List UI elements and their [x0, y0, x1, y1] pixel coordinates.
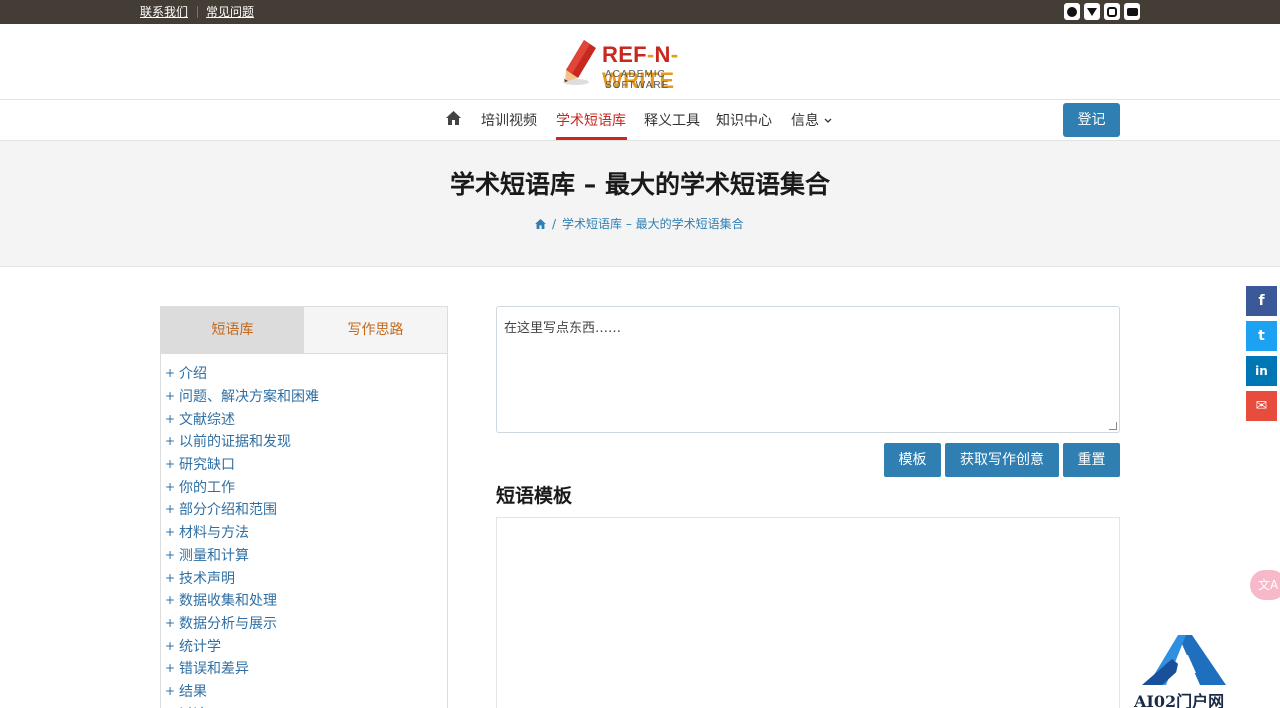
- list-item[interactable]: + 文献综述: [161, 407, 447, 430]
- breadcrumb: / 学术短语库 – 最大的学术短语集合: [535, 215, 744, 232]
- faq-link[interactable]: 常见问题: [206, 3, 254, 20]
- expand-plus-icon[interactable]: +: [161, 389, 179, 403]
- top-bar: 联系我们 常见问题: [0, 0, 1280, 24]
- list-item-label: 文献综述: [179, 411, 235, 428]
- list-item[interactable]: +讨论: [161, 702, 447, 708]
- expand-plus-icon[interactable]: +: [161, 525, 179, 539]
- expand-plus-icon[interactable]: +: [161, 434, 179, 448]
- twitter-icon[interactable]: [1084, 3, 1100, 20]
- expand-plus-icon[interactable]: +: [161, 661, 179, 675]
- editor-placeholder: 在这里写点东西……: [504, 321, 622, 336]
- get-ideas-button[interactable]: 获取写作创意: [945, 443, 1059, 477]
- category-list: + 介绍 + 问题、解决方案和困难 + 文献综述 + 以前的证据和发现 + 研究缺口 + 你的工作 + 部…: [161, 354, 447, 708]
- list-item[interactable]: + 部分介绍和范围: [161, 498, 447, 521]
- expand-plus-icon[interactable]: +: [161, 366, 179, 380]
- login-button[interactable]: 登记: [1063, 103, 1120, 137]
- youtube-icon[interactable]: [1124, 3, 1140, 20]
- expand-plus-icon[interactable]: +: [161, 457, 179, 471]
- home-icon[interactable]: [535, 218, 546, 229]
- main-nav: 培训视频 学术短语库 释义工具 知识中心 信息 登记: [0, 99, 1280, 141]
- list-item[interactable]: + 你的工作: [161, 475, 447, 498]
- sidebar-tabs: 短语库 写作思路: [161, 307, 447, 354]
- list-item[interactable]: + 结果: [161, 680, 447, 703]
- list-item-label: 以前的证据和发现: [179, 434, 291, 451]
- page-title: 学术短语库 – 最大的学术短语集合: [450, 170, 830, 199]
- top-links: 联系我们 常见问题: [140, 3, 254, 20]
- list-item[interactable]: + 统计学: [161, 634, 447, 657]
- list-item-label: 技术声明: [179, 570, 235, 587]
- breadcrumb-current[interactable]: 学术短语库 – 最大的学术短语集合: [562, 215, 744, 232]
- expand-plus-icon[interactable]: +: [161, 593, 179, 607]
- list-item-label: 测量和计算: [179, 547, 249, 564]
- pencil-logo-icon: [563, 40, 596, 85]
- expand-plus-icon[interactable]: +: [161, 502, 179, 516]
- watermark-text: AI02门户网: [1134, 692, 1225, 708]
- expand-plus-icon[interactable]: +: [161, 480, 179, 494]
- nav-item-paraphrase-tool[interactable]: 释义工具: [644, 110, 700, 130]
- share-facebook-icon[interactable]: f: [1246, 286, 1277, 316]
- resize-handle-icon[interactable]: [1109, 422, 1117, 430]
- list-item-label: 你的工作: [179, 479, 235, 496]
- text-editor[interactable]: 在这里写点东西……: [496, 306, 1120, 433]
- reset-button[interactable]: 重置: [1063, 443, 1120, 477]
- template-output-box: [496, 517, 1120, 708]
- expand-plus-icon[interactable]: +: [161, 412, 179, 426]
- translate-icon[interactable]: 文A: [1250, 570, 1280, 600]
- share-email-icon[interactable]: ✉: [1246, 391, 1277, 421]
- list-item-label: 研究缺口: [179, 457, 235, 474]
- divider: [197, 6, 199, 18]
- expand-plus-icon[interactable]: +: [161, 639, 179, 653]
- nav-item-info-label: 信息: [791, 113, 819, 129]
- list-item[interactable]: + 技术声明: [161, 566, 447, 589]
- chevron-down-icon: [824, 118, 832, 123]
- list-item-label: 数据收集和处理: [179, 593, 277, 610]
- social-links: [1064, 3, 1140, 20]
- watermark: AI02门户网: [1134, 633, 1234, 708]
- contact-link[interactable]: 联系我们: [140, 3, 188, 20]
- nav-item-phrase-bank[interactable]: 学术短语库: [556, 110, 626, 130]
- breadcrumb-separator: /: [552, 216, 557, 231]
- expand-plus-icon[interactable]: +: [161, 571, 179, 585]
- list-item[interactable]: + 研究缺口: [161, 453, 447, 476]
- site-logo[interactable]: REF-N-WRITE ACADEMIC SOFTWARE: [560, 36, 730, 93]
- share-linkedin-icon[interactable]: in: [1246, 356, 1277, 386]
- list-item[interactable]: + 介绍: [161, 362, 447, 385]
- tab-writing-ideas[interactable]: 写作思路: [304, 307, 447, 353]
- page-header: 学术短语库 – 最大的学术短语集合 / 学术短语库 – 最大的学术短语集合: [0, 141, 1280, 267]
- list-item-label: 介绍: [179, 366, 207, 383]
- nav-item-knowledge-center[interactable]: 知识中心: [716, 110, 772, 130]
- section-heading: 短语模板: [496, 485, 573, 507]
- list-item-label: 统计学: [179, 638, 221, 655]
- logo-tagline: ACADEMIC SOFTWARE: [605, 69, 670, 91]
- list-item[interactable]: + 数据收集和处理: [161, 589, 447, 612]
- list-item-label: 问题、解决方案和困难: [179, 389, 319, 406]
- instagram-icon[interactable]: [1104, 3, 1120, 20]
- active-indicator: [556, 137, 627, 140]
- watermark-logo-icon: [1142, 635, 1226, 685]
- list-item[interactable]: + 材料与方法: [161, 521, 447, 544]
- home-icon[interactable]: [446, 111, 461, 125]
- expand-plus-icon[interactable]: +: [161, 616, 179, 630]
- sidebar: 短语库 写作思路 + 介绍 + 问题、解决方案和困难 + 文献综述 + 以前的证据和发现 + 研究…: [160, 306, 448, 708]
- list-item[interactable]: + 问题、解决方案和困难: [161, 385, 447, 408]
- list-item-label: 讨论: [179, 704, 207, 708]
- list-item-label: 材料与方法: [179, 525, 249, 542]
- template-button[interactable]: 模板: [884, 443, 941, 477]
- list-item[interactable]: + 测量和计算: [161, 544, 447, 567]
- list-item[interactable]: + 以前的证据和发现: [161, 430, 447, 453]
- tab-phrase-bank[interactable]: 短语库: [161, 307, 304, 353]
- expand-plus-icon[interactable]: +: [161, 548, 179, 562]
- list-item-label: 数据分析与展示: [179, 615, 277, 632]
- list-item[interactable]: + 错误和差异: [161, 657, 447, 680]
- nav-item-info[interactable]: 信息: [791, 110, 833, 130]
- list-item[interactable]: + 数据分析与展示: [161, 612, 447, 635]
- list-item-label: 部分介绍和范围: [179, 502, 277, 519]
- list-item-label: 结果: [179, 683, 207, 700]
- expand-plus-icon[interactable]: +: [161, 684, 179, 698]
- facebook-icon[interactable]: [1064, 3, 1080, 20]
- list-item-label: 错误和差异: [179, 661, 249, 678]
- share-twitter-icon[interactable]: t: [1246, 321, 1277, 351]
- nav-item-training-videos[interactable]: 培训视频: [481, 110, 537, 130]
